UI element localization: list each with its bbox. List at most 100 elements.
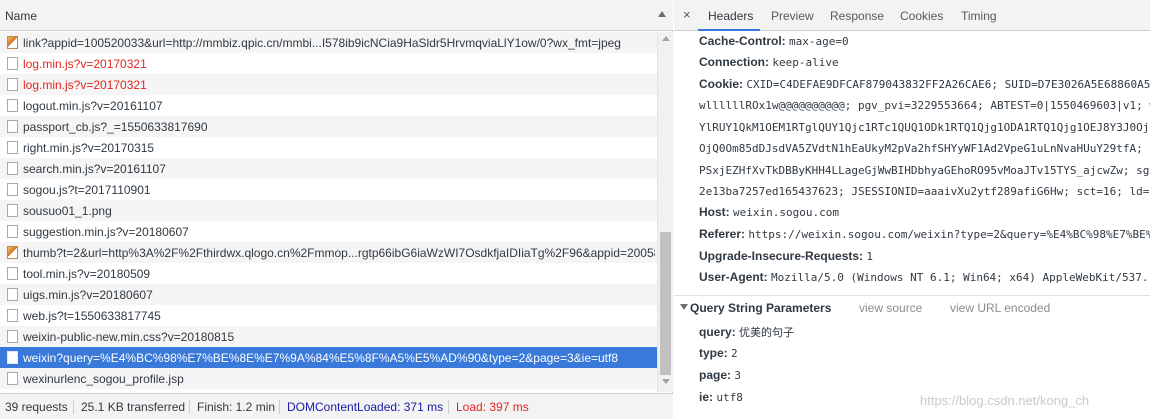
request-name: log.min.js?v=20170321 [23, 78, 147, 92]
request-row[interactable]: uigs.min.js?v=20180607 [0, 284, 657, 305]
cookie-value-line: OjQ0Om85dDJsdVA5ZVdtN1hEaUkyM2pVa2hfSHYy… [699, 142, 1150, 155]
request-rows: link?appid=100520033&url=http://mmbiz.qp… [0, 32, 657, 392]
request-name: right.min.js?v=20170315 [23, 141, 155, 155]
close-icon[interactable]: × [683, 7, 691, 22]
request-row-selected[interactable]: weixin?query=%E4%BC%98%E7%BE%8E%E7%9A%84… [0, 347, 657, 368]
watermark: https://blog.csdn.net/kong_ch [920, 393, 1090, 408]
request-row[interactable]: tool.min.js?v=20180509 [0, 263, 657, 284]
request-name: sousuo01_1.png [23, 204, 112, 218]
header-row: Upgrade-Insecure-Requests: 1 [699, 249, 873, 263]
network-request-list-panel: Name link?appid=100520033&url=http://mmb… [0, 0, 673, 419]
request-row[interactable]: logout.min.js?v=20161107 [0, 95, 657, 116]
cookie-value-line: wllllllROx1w@@@@@@@@@@; pgv_pvi=32295536… [699, 99, 1150, 112]
view-url-encoded-link[interactable]: view URL encoded [950, 301, 1050, 315]
query-string-title: Query String Parameters [690, 301, 832, 315]
scroll-down-icon[interactable] [662, 379, 670, 384]
param-value: 2 [731, 347, 738, 360]
network-status-bar: 39 requests 25.1 KB transferred Finish: … [0, 393, 673, 419]
view-source-link[interactable]: view source [859, 301, 922, 315]
request-name: thumb?t=2&url=http%3A%2F%2Fthirdwx.qlogo… [23, 246, 655, 260]
request-row[interactable]: sogou.js?t=2017110901 [0, 179, 657, 200]
request-name: weixin?query=%E4%BC%98%E7%BE%8E%E7%9A%84… [23, 351, 619, 365]
sort-ascending-icon[interactable] [658, 11, 666, 17]
status-divider [189, 400, 190, 414]
request-row[interactable]: right.min.js?v=20170315 [0, 137, 657, 158]
request-name: logout.min.js?v=20161107 [23, 99, 163, 113]
request-name: web.js?t=1550633817745 [23, 309, 161, 323]
request-name: weixin-public-new.min.css?v=20180815 [23, 330, 235, 344]
file-icon [7, 309, 18, 322]
param-key: type: [699, 346, 728, 360]
header-value: max-age=0 [789, 35, 849, 48]
param-value: utf8 [716, 391, 743, 404]
request-name: tool.min.js?v=20180509 [23, 267, 151, 281]
cookie-value-line: 2e13ba7257ed165437623; JSESSIONID=aaaivX… [699, 185, 1150, 198]
load-time: Load: 397 ms [456, 400, 529, 414]
status-divider [73, 400, 74, 414]
request-name: suggestion.min.js?v=20180607 [23, 225, 189, 239]
request-row[interactable]: weixin-public-new.min.css?v=20180815 [0, 326, 657, 347]
dom-content-loaded-time: DOMContentLoaded: 371 ms [287, 400, 444, 414]
finish-time: Finish: 1.2 min [197, 400, 276, 414]
file-icon [7, 372, 18, 385]
param-value: 3 [734, 369, 741, 382]
request-name: log.min.js?v=20170321 [23, 57, 147, 71]
header-key: Upgrade-Insecure-Requests: [699, 249, 864, 263]
file-icon [7, 57, 18, 70]
header-value: 1 [866, 250, 874, 263]
name-column-label: Name [5, 9, 38, 23]
tab-preview[interactable]: Preview [771, 9, 814, 23]
header-row: Connection: keep-alive [699, 55, 839, 69]
active-tab-indicator [698, 29, 760, 31]
request-row[interactable]: search.min.js?v=20161107 [0, 158, 657, 179]
header-row: Cache-Control: max-age=0 [699, 34, 849, 48]
scroll-up-icon[interactable] [662, 36, 670, 41]
request-list-scrollbar[interactable] [657, 32, 673, 392]
header-row: User-Agent: Mozilla/5.0 (Windows NT 6.1;… [699, 270, 1149, 284]
query-param-row: query: 优美的句子 [699, 324, 794, 340]
tab-response[interactable]: Response [830, 9, 884, 23]
request-count: 39 requests [5, 400, 68, 414]
header-key: User-Agent: [699, 270, 768, 284]
request-name: link?appid=100520033&url=http://mmbiz.qp… [23, 36, 621, 50]
file-icon [7, 330, 18, 343]
request-row[interactable]: sousuo01_1.png [0, 200, 657, 221]
scrollbar-thumb[interactable] [660, 232, 671, 375]
file-icon [7, 351, 18, 364]
query-param-row: page: 3 [699, 368, 741, 382]
file-icon [7, 120, 18, 133]
request-name: wexinurlenc_sogou_profile.jsp [23, 372, 184, 386]
request-headers-section: Cache-Control: max-age=0 Connection: kee… [674, 32, 1150, 290]
request-row[interactable]: link?appid=100520033&url=http://mmbiz.qp… [0, 32, 657, 53]
file-icon [7, 78, 18, 91]
tab-headers[interactable]: Headers [708, 9, 753, 23]
file-icon [7, 267, 18, 280]
request-details-panel: × Headers Preview Response Cookies Timin… [674, 0, 1150, 419]
param-key: ie: [699, 390, 714, 404]
request-name: search.min.js?v=20161107 [23, 162, 166, 176]
query-string-section-header[interactable]: Query String Parameters view source view… [674, 295, 1150, 319]
file-icon [7, 141, 18, 154]
file-icon [7, 204, 18, 217]
request-row[interactable]: log.min.js?v=20170321 [0, 74, 657, 95]
file-icon [7, 162, 18, 175]
status-divider [279, 400, 280, 414]
tab-cookies[interactable]: Cookies [900, 9, 943, 23]
details-tab-bar: × Headers Preview Response Cookies Timin… [674, 0, 1150, 31]
header-row: Host: weixin.sogou.com [699, 205, 839, 219]
request-row[interactable]: wexinurlenc_sogou_profile.jsp [0, 368, 657, 389]
collapse-triangle-icon[interactable] [680, 304, 688, 310]
request-row[interactable]: passport_cb.js?_=1550633817690 [0, 116, 657, 137]
header-key: Referer: [699, 227, 746, 241]
header-value: CXID=C4DEFAE9DFCAF879043832FF2A26CAE6; S… [746, 78, 1150, 91]
tab-timing[interactable]: Timing [961, 9, 997, 23]
header-key: Host: [699, 205, 730, 219]
param-key: page: [699, 368, 732, 382]
file-icon [7, 225, 18, 238]
request-row[interactable]: web.js?t=1550633817745 [0, 305, 657, 326]
query-param-row: ie: utf8 [699, 390, 743, 404]
request-row[interactable]: suggestion.min.js?v=20180607 [0, 221, 657, 242]
request-row[interactable]: thumb?t=2&url=http%3A%2F%2Fthirdwx.qlogo… [0, 242, 657, 263]
request-row[interactable]: log.min.js?v=20170321 [0, 53, 657, 74]
name-column-header[interactable]: Name [0, 0, 673, 31]
